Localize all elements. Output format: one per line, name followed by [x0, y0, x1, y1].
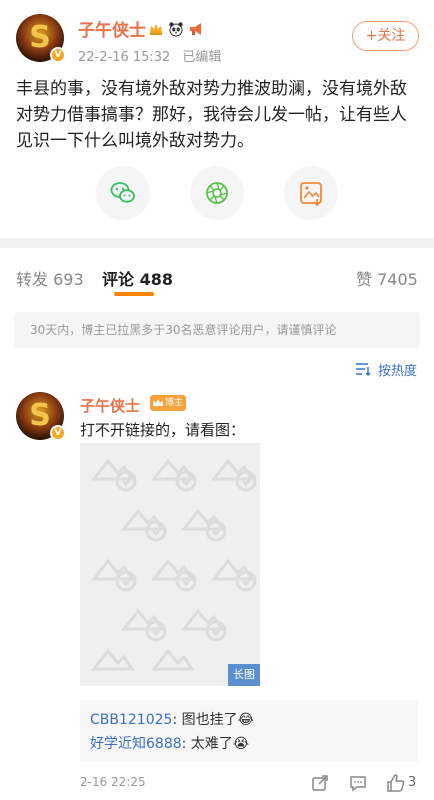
share-wechat-button[interactable] — [96, 166, 150, 220]
tab-reposts[interactable]: 转发 693 — [16, 266, 84, 290]
comment-icon[interactable] — [348, 773, 368, 793]
reply-text: : 太难了😭 — [181, 736, 250, 752]
post-meta: 22-2-16 15:32 已编辑 — [78, 46, 221, 65]
blogger-tag-label: 博主 — [165, 398, 184, 408]
comment-time: 2-16 22:25 — [80, 775, 146, 789]
wechat-icon — [110, 182, 135, 203]
tab-label: 赞 — [356, 270, 373, 289]
tab-count: 488 — [139, 270, 173, 289]
panda-icon — [169, 22, 183, 37]
share-icon[interactable] — [310, 773, 330, 793]
share-row — [0, 166, 434, 222]
save-image-icon — [300, 182, 322, 207]
comment-author[interactable]: 子午侠士 — [80, 395, 140, 416]
edited-label[interactable]: 已编辑 — [182, 50, 221, 65]
comment-notice: 30天内，博主已拉黑多于30名恶意评论用户，请谨慎评论 — [14, 312, 420, 348]
reply-item[interactable]: 好学近知6888: 太难了😭 — [90, 732, 408, 756]
verified-badge-icon: V — [50, 47, 66, 63]
blogger-tag: 博主 — [150, 395, 187, 411]
tab-count: 693 — [53, 270, 84, 289]
post-header: S V 子午侠士 22-2-16 15:32 已编辑 +关注 — [0, 0, 434, 65]
moments-icon — [206, 182, 228, 204]
like-count: 3 — [408, 775, 417, 790]
megaphone-icon — [190, 23, 201, 35]
crown-icon — [150, 24, 162, 35]
post-date: 22-2-16 15:32 — [78, 50, 171, 65]
active-tab-indicator — [114, 292, 154, 296]
sort-by-hot-button[interactable]: 按热度 — [356, 360, 418, 379]
tab-label: 转发 — [16, 270, 49, 289]
comment-image[interactable]: 长图 — [80, 443, 260, 686]
reply-text: : 图也挂了😂 — [172, 712, 254, 728]
reply-preview[interactable]: CBB121025: 图也挂了😂 好学近知6888: 太难了😭 — [80, 700, 418, 762]
follow-button[interactable]: +关注 — [352, 21, 419, 51]
section-divider — [0, 238, 434, 248]
crown-icon — [153, 399, 163, 406]
sort-icon — [356, 363, 371, 376]
post-body: 丰县的事，没有境外敌对势力推波助澜，没有境外敌对势力借事搞事？那好，我待会儿发一… — [16, 79, 407, 151]
tab-count: 7405 — [377, 270, 418, 289]
tab-likes[interactable]: 赞 7405 — [356, 266, 418, 290]
image-placeholder-icon — [90, 458, 257, 671]
comment-footer: 2-16 22:25 3 — [80, 772, 434, 794]
reply-user[interactable]: 好学近知6888 — [90, 736, 182, 752]
like-icon[interactable] — [386, 773, 406, 793]
interaction-tabs: 转发 693 评论 488 赞 7405 — [0, 262, 434, 298]
share-moments-button[interactable] — [190, 166, 244, 220]
comment-text: 打不开链接的，请看图： — [80, 421, 246, 439]
reply-item[interactable]: CBB121025: 图也挂了😂 — [90, 708, 408, 732]
sort-label: 按热度 — [378, 364, 418, 379]
reply-user[interactable]: CBB121025 — [90, 712, 172, 728]
verified-badge-icon: V — [50, 425, 66, 441]
tab-label: 评论 — [102, 270, 135, 289]
save-image-button[interactable] — [284, 166, 338, 220]
author-name[interactable]: 子午侠士 — [78, 16, 146, 41]
tab-comments[interactable]: 评论 488 — [102, 266, 173, 290]
long-image-tag: 长图 — [228, 664, 260, 686]
